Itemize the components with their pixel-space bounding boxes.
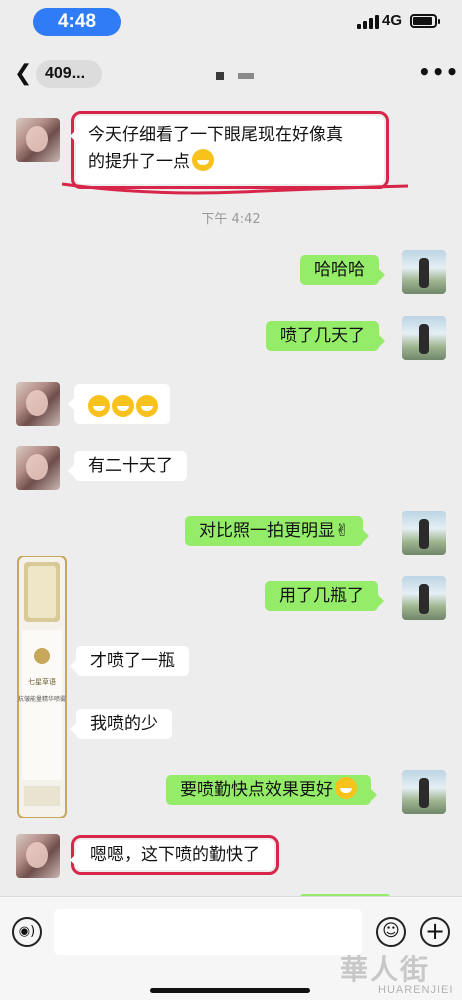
chat-header: ❮ 409... ••• <box>0 52 462 96</box>
product-label-body: 抗皱能量精华喷雾 <box>18 695 66 703</box>
message-bubble[interactable]: 今天仔细看了一下眼尾现在好像真 的提升了一点 <box>70 111 389 189</box>
message-text: 要喷勤快点效果更好 <box>180 780 333 800</box>
message-text: 嗯嗯，这下喷的勤快了 <box>90 845 260 865</box>
grin-emoji-icon <box>88 395 110 417</box>
message-text: 我喷的少 <box>90 714 158 734</box>
avatar[interactable] <box>16 118 60 162</box>
avatar[interactable] <box>402 316 446 360</box>
watermark-text: HUARENJIEI <box>378 984 454 996</box>
chat-title[interactable]: 409... <box>36 60 102 88</box>
message-bubble[interactable]: 有二十天了 <box>68 451 187 481</box>
watermark-logo: 華人街 <box>340 953 431 986</box>
smile-icon[interactable]: ☺ <box>376 917 406 947</box>
timestamp: 下午 4:42 <box>201 212 261 227</box>
product-bottle-image: 七星草语 抗皱能量精华喷雾 <box>17 556 67 818</box>
status-time: 4:48 <box>33 8 121 36</box>
message-input[interactable] <box>54 909 362 955</box>
message-bubble[interactable]: 我喷的少 <box>70 709 172 739</box>
plus-icon[interactable]: + <box>420 917 450 947</box>
message-text: 对比照一拍更明显✌ <box>199 521 350 541</box>
grin-emoji-icon <box>335 777 357 799</box>
message-bubble[interactable]: 才喷了一瓶 <box>70 646 189 676</box>
message-text: 今天仔细看了一下眼尾现在好像真 <box>88 125 343 145</box>
avatar[interactable] <box>402 511 446 555</box>
avatar[interactable] <box>402 576 446 620</box>
laughing-emoji-icon <box>192 149 214 171</box>
status-bar: 4:48 4G <box>0 0 462 44</box>
message-text: 有二十天了 <box>88 456 173 476</box>
message-text: 用了几瓶了 <box>279 586 364 606</box>
message-bubble[interactable] <box>68 384 170 424</box>
back-icon[interactable]: ❮ <box>14 62 32 86</box>
message-bubble[interactable]: 哈哈哈 <box>300 255 385 285</box>
avatar[interactable] <box>16 834 60 878</box>
red-underline <box>61 182 409 195</box>
message-bubble[interactable]: 用了几瓶了 <box>265 581 384 611</box>
home-indicator[interactable] <box>150 988 310 993</box>
message-text: 哈哈哈 <box>314 260 365 280</box>
signal-icon <box>357 15 379 29</box>
message-text: 喷了几天了 <box>280 326 365 346</box>
blurred-title-block <box>238 73 254 79</box>
product-label-top: 七星草语 <box>28 677 56 686</box>
blurred-title-block <box>216 72 224 80</box>
grin-emoji-icon <box>136 395 158 417</box>
avatar[interactable] <box>16 382 60 426</box>
avatar[interactable] <box>402 770 446 814</box>
message-bubble[interactable]: 喷了几天了 <box>266 321 385 351</box>
message-bubble[interactable]: 对比照一拍更明显✌ <box>185 516 370 546</box>
message-bubble[interactable]: 要喷勤快点效果更好 <box>166 775 377 805</box>
battery-icon <box>410 14 440 28</box>
grin-emoji-icon <box>112 395 134 417</box>
voice-icon[interactable]: ◉) <box>12 917 42 947</box>
more-icon[interactable]: ••• <box>418 60 459 84</box>
network-label: 4G <box>382 12 403 29</box>
message-text: 的提升了一点 <box>88 149 372 176</box>
avatar[interactable] <box>402 250 446 294</box>
avatar[interactable] <box>16 446 60 490</box>
message-text: 才喷了一瓶 <box>90 651 175 671</box>
message-bubble[interactable]: 嗯嗯，这下喷的勤快了 <box>70 835 279 875</box>
